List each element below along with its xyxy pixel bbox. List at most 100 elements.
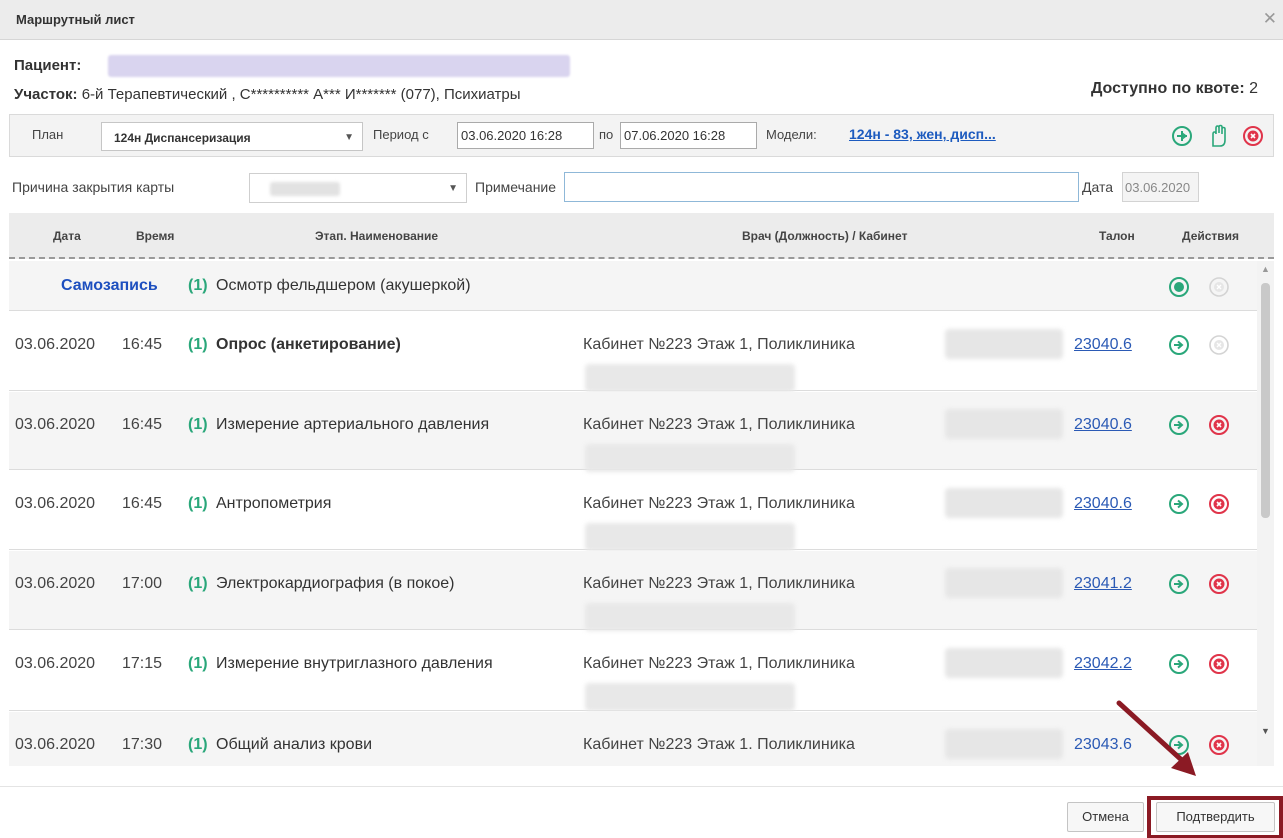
- header-actions: Действия: [1182, 229, 1240, 243]
- row-count: (1): [188, 336, 208, 353]
- quota-value: 2: [1249, 80, 1258, 97]
- table-row[interactable]: 03.06.2020 17:30 (1) Общий анализ крови …: [9, 712, 1257, 766]
- quota-info: Доступно по квоте: 2: [1091, 80, 1258, 98]
- plan-select-value: 124н Диспансеризация: [114, 131, 251, 145]
- dialog-title: Маршрутный лист: [16, 12, 135, 27]
- cancel-circle-icon[interactable]: [1208, 573, 1230, 595]
- row-talon-link[interactable]: 23043.6: [1074, 736, 1132, 754]
- doctor-redacted: [585, 603, 795, 631]
- row-count: (1): [188, 416, 208, 433]
- table-header: Дата Время Этап. Наименование Врач (Долж…: [9, 213, 1274, 259]
- doctor-redacted: [945, 568, 1063, 598]
- doctor-redacted: [945, 329, 1063, 359]
- cancel-circle-icon[interactable]: [1208, 414, 1230, 436]
- record-icon[interactable]: [1168, 276, 1190, 298]
- table-row[interactable]: 03.06.2020 16:45 (1) Антропометрия Кабин…: [9, 471, 1257, 551]
- go-arrow-icon[interactable]: [1168, 573, 1190, 595]
- doctor-redacted: [945, 648, 1063, 678]
- row-date: 03.06.2020: [15, 736, 96, 753]
- row-time: 17:30: [122, 736, 163, 753]
- row-talon-link[interactable]: 23040.6: [1074, 416, 1132, 434]
- row-date: 03.06.2020: [15, 416, 96, 433]
- table-row[interactable]: Самозапись (1) Осмотр фельдшером (акушер…: [9, 261, 1257, 311]
- header-talon: Талон: [1099, 229, 1135, 243]
- plan-toolbar: План 124н Диспансеризация ▼ Период с 03.…: [9, 114, 1274, 157]
- plan-label: План: [32, 127, 64, 142]
- dialog-footer: Отмена Подтвердить: [0, 786, 1283, 838]
- go-arrow-icon[interactable]: [1168, 414, 1190, 436]
- row-count: (1): [188, 277, 208, 294]
- close-card-toolbar: Причина закрытия карты ▼ Примечание Дата…: [9, 170, 1274, 206]
- row-cabinet: Кабинет №223 Этаж 1, Поликлиника: [583, 575, 855, 592]
- scroll-down-icon[interactable]: ▼: [1261, 726, 1270, 736]
- close-icon[interactable]: ✕: [1263, 9, 1277, 29]
- scroll-up-icon[interactable]: ▲: [1261, 264, 1270, 274]
- close-reason-select[interactable]: ▼: [249, 173, 467, 203]
- row-time: 16:45: [122, 336, 163, 353]
- go-arrow-icon[interactable]: [1168, 334, 1190, 356]
- cancel-circle-icon[interactable]: [1242, 125, 1264, 147]
- doctor-redacted: [945, 729, 1063, 759]
- go-arrow-icon[interactable]: [1168, 653, 1190, 675]
- uchastok-value: 6-й Терапевтический , С********** А*** И…: [81, 86, 521, 103]
- doctor-redacted: [945, 409, 1063, 439]
- note-input[interactable]: [564, 172, 1079, 202]
- chevron-down-icon: ▼: [448, 183, 458, 194]
- chevron-down-icon: ▼: [344, 132, 354, 143]
- self-enroll-label: Самозапись: [61, 277, 158, 294]
- add-circle-icon[interactable]: [1171, 125, 1193, 147]
- row-cabinet: Кабинет №223 Этаж 1, Поликлиника: [583, 336, 855, 353]
- go-arrow-icon[interactable]: [1168, 493, 1190, 515]
- table-body: Самозапись (1) Осмотр фельдшером (акушер…: [9, 261, 1257, 766]
- row-talon-link[interactable]: 23041.2: [1074, 575, 1132, 593]
- quota-label: Доступно по квоте:: [1090, 80, 1245, 97]
- doctor-redacted: [585, 683, 795, 711]
- uchastok-info: Участок: 6-й Терапевтический , С********…: [14, 86, 521, 103]
- row-stage-name: Антропометрия: [216, 495, 332, 512]
- row-stage-name: Осмотр фельдшером (акушеркой): [216, 277, 471, 294]
- table-scrollbar[interactable]: ▲ ▼: [1257, 261, 1274, 766]
- period-from-input[interactable]: 03.06.2020 16:28: [457, 122, 594, 149]
- row-talon-link[interactable]: 23040.6: [1074, 495, 1132, 513]
- cancel-circle-icon: [1209, 335, 1229, 355]
- table-row[interactable]: 03.06.2020 17:15 (1) Измерение внутригла…: [9, 631, 1257, 711]
- row-cabinet: Кабинет №223 Этаж 1. Поликлиника: [583, 736, 855, 753]
- row-stage-name: Измерение артериального давления: [216, 416, 490, 433]
- close-reason-redacted: [270, 182, 340, 196]
- period-from-label: Период с: [373, 127, 429, 142]
- cancel-circle-icon[interactable]: [1208, 653, 1230, 675]
- table-row[interactable]: 03.06.2020 16:45 (1) Измерение артериаль…: [9, 392, 1257, 472]
- table-row[interactable]: 03.06.2020 16:45 (1) Опрос (анкетировани…: [9, 312, 1257, 392]
- row-cabinet: Кабинет №223 Этаж 1, Поликлиника: [583, 495, 855, 512]
- row-count: (1): [188, 575, 208, 592]
- models-label: Модели:: [766, 127, 817, 142]
- row-date: 03.06.2020: [15, 575, 96, 592]
- models-link[interactable]: 124н - 83, жен, дисп...: [849, 126, 996, 142]
- scrollbar-thumb[interactable]: [1261, 283, 1270, 518]
- header-date: Дата: [53, 229, 81, 243]
- uchastok-label: Участок:: [14, 86, 78, 103]
- row-talon-link[interactable]: 23042.2: [1074, 655, 1132, 673]
- cancel-circle-icon[interactable]: [1208, 734, 1230, 756]
- patient-name-redacted: [108, 55, 570, 77]
- row-count: (1): [188, 736, 208, 753]
- go-arrow-icon[interactable]: [1168, 734, 1190, 756]
- cancel-circle-icon[interactable]: [1208, 493, 1230, 515]
- confirm-button[interactable]: Подтвердить: [1156, 802, 1275, 832]
- cancel-button[interactable]: Отмена: [1067, 802, 1144, 832]
- row-count: (1): [188, 495, 208, 512]
- doctor-redacted: [585, 364, 795, 392]
- row-date: 03.06.2020: [15, 495, 96, 512]
- row-stage-name: Измерение внутриглазного давления: [216, 655, 493, 672]
- hand-icon[interactable]: [1208, 124, 1228, 148]
- row-talon-link[interactable]: 23040.6: [1074, 336, 1132, 354]
- row-cabinet: Кабинет №223 Этаж 1, Поликлиника: [583, 416, 855, 433]
- row-time: 16:45: [122, 416, 163, 433]
- period-to-input[interactable]: 07.06.2020 16:28: [620, 122, 757, 149]
- header-stage: Этап. Наименование: [315, 229, 439, 243]
- plan-select[interactable]: 124н Диспансеризация ▼: [101, 122, 363, 151]
- row-cabinet: Кабинет №223 Этаж 1, Поликлиника: [583, 655, 855, 672]
- row-count: (1): [188, 655, 208, 672]
- row-stage-name: Опрос (анкетирование): [216, 336, 401, 353]
- table-row[interactable]: 03.06.2020 17:00 (1) Электрокардиография…: [9, 551, 1257, 631]
